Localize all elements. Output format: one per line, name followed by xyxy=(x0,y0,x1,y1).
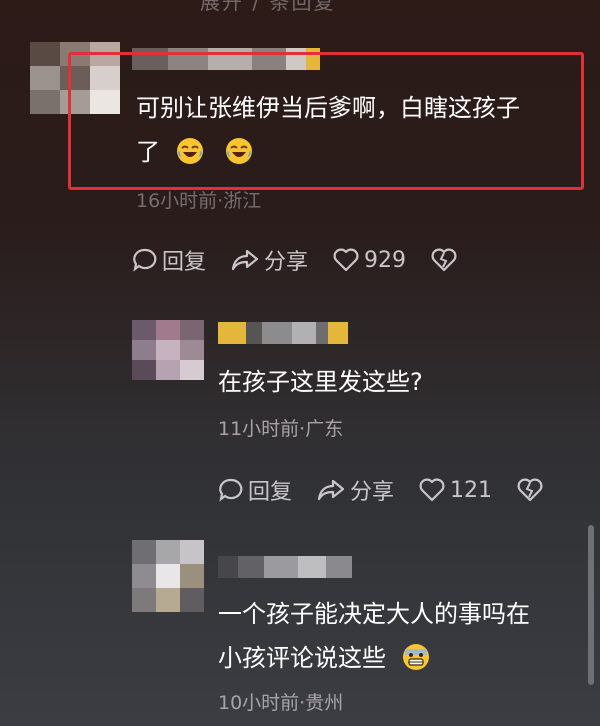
broken-heart-icon xyxy=(431,248,457,272)
reply-button[interactable]: 回复 xyxy=(218,474,292,506)
comment-text: 一个孩子能决定大人的事吗在 小孩评论说这些 xyxy=(218,592,530,680)
share-button[interactable]: 分享 xyxy=(316,474,394,506)
comment-text: 可别让张维伊当后爹啊，白瞎这孩子 了 xyxy=(136,86,520,174)
reply-bubble-icon xyxy=(133,248,157,272)
broken-heart-icon xyxy=(517,478,543,502)
comment-text-line2-text: 了 xyxy=(136,138,160,166)
comment-meta: 10小时前·贵州 xyxy=(218,692,344,714)
avatar[interactable] xyxy=(132,540,204,612)
comment-text-line2: 了 xyxy=(136,130,520,174)
reply-button[interactable]: 回复 xyxy=(132,244,206,276)
comment-meta: 11小时前·广东 xyxy=(218,418,344,440)
expand-replies-fragment[interactable]: 展开 / 条回复 xyxy=(200,0,335,15)
heart-icon xyxy=(419,478,445,502)
reply-bubble-icon xyxy=(219,478,243,502)
comment-text-line1: 一个孩子能决定大人的事吗在 xyxy=(218,600,530,628)
reply-label: 回复 xyxy=(248,480,293,505)
scrollbar[interactable] xyxy=(588,525,594,685)
share-label: 分享 xyxy=(264,250,309,275)
share-arrow-icon xyxy=(231,249,259,271)
comment-text-line1: 在孩子这里发这些? xyxy=(218,368,423,396)
share-label: 分享 xyxy=(350,480,395,505)
laughing-crying-emoji-icon xyxy=(176,138,203,164)
reply-label: 回复 xyxy=(162,250,207,275)
comment-meta: 16小时前·浙江 xyxy=(136,190,262,212)
laughing-crying-emoji-icon xyxy=(226,138,253,164)
dislike-button[interactable] xyxy=(430,247,462,273)
like-button[interactable]: 121 xyxy=(418,477,492,503)
heart-icon xyxy=(333,248,359,272)
dislike-button[interactable] xyxy=(516,477,548,503)
comment-text-line2: 小孩评论说这些 xyxy=(218,636,530,680)
like-button[interactable]: 929 xyxy=(332,247,406,273)
comment-text-line2-text: 小孩评论说这些 xyxy=(218,644,386,672)
username-blurred[interactable] xyxy=(218,556,352,578)
avatar[interactable] xyxy=(132,320,204,380)
comment-text: 在孩子这里发这些? xyxy=(218,360,423,404)
like-count: 929 xyxy=(364,247,407,273)
share-button[interactable]: 分享 xyxy=(230,244,308,276)
comment-actions: 回复 分享 121 xyxy=(218,474,572,506)
username-blurred[interactable] xyxy=(218,322,348,344)
comment-actions: 回复 分享 929 xyxy=(132,244,486,276)
anxious-grin-emoji-icon xyxy=(402,644,429,670)
like-count: 121 xyxy=(450,477,493,503)
share-arrow-icon xyxy=(317,479,345,501)
comment-text-line1: 可别让张维伊当后爹啊，白瞎这孩子 xyxy=(136,94,520,122)
